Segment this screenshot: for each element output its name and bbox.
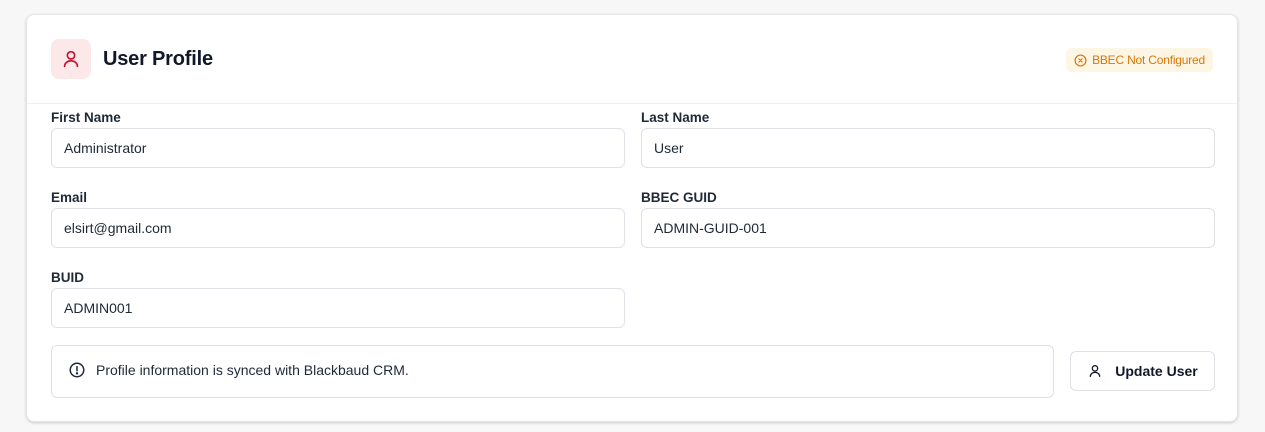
update-user-label: Update User [1115, 363, 1198, 379]
x-circle-icon [1074, 53, 1087, 67]
last-name-field[interactable] [641, 128, 1215, 168]
buid-label: BUID [51, 270, 84, 285]
update-user-button[interactable]: Update User [1070, 351, 1215, 391]
last-name-label: Last Name [641, 110, 710, 125]
user-icon-container [51, 39, 91, 79]
user-icon [1089, 365, 1101, 377]
info-circle-icon [69, 362, 85, 378]
user-icon [63, 50, 79, 68]
first-name-field[interactable] [51, 128, 625, 168]
bbec-guid-field[interactable] [641, 208, 1215, 248]
bbec-guid-label: BBEC GUID [641, 190, 717, 205]
page-title: User Profile [103, 48, 213, 70]
sync-info-box: Profile information is synced with Black… [51, 345, 1054, 398]
email-field[interactable] [51, 208, 625, 248]
sync-info-text: Profile information is synced with Black… [96, 362, 409, 378]
email-label: Email [51, 190, 88, 205]
status-badge-label: BBEC Not Configured [1092, 53, 1205, 67]
card-header: User Profile BBEC Not Configured [27, 15, 1237, 104]
first-name-label: First Name [51, 110, 121, 125]
user-profile-card: User Profile BBEC Not Configured First N… [26, 14, 1238, 422]
buid-field[interactable] [51, 288, 625, 328]
status-badge: BBEC Not Configured [1066, 48, 1213, 72]
